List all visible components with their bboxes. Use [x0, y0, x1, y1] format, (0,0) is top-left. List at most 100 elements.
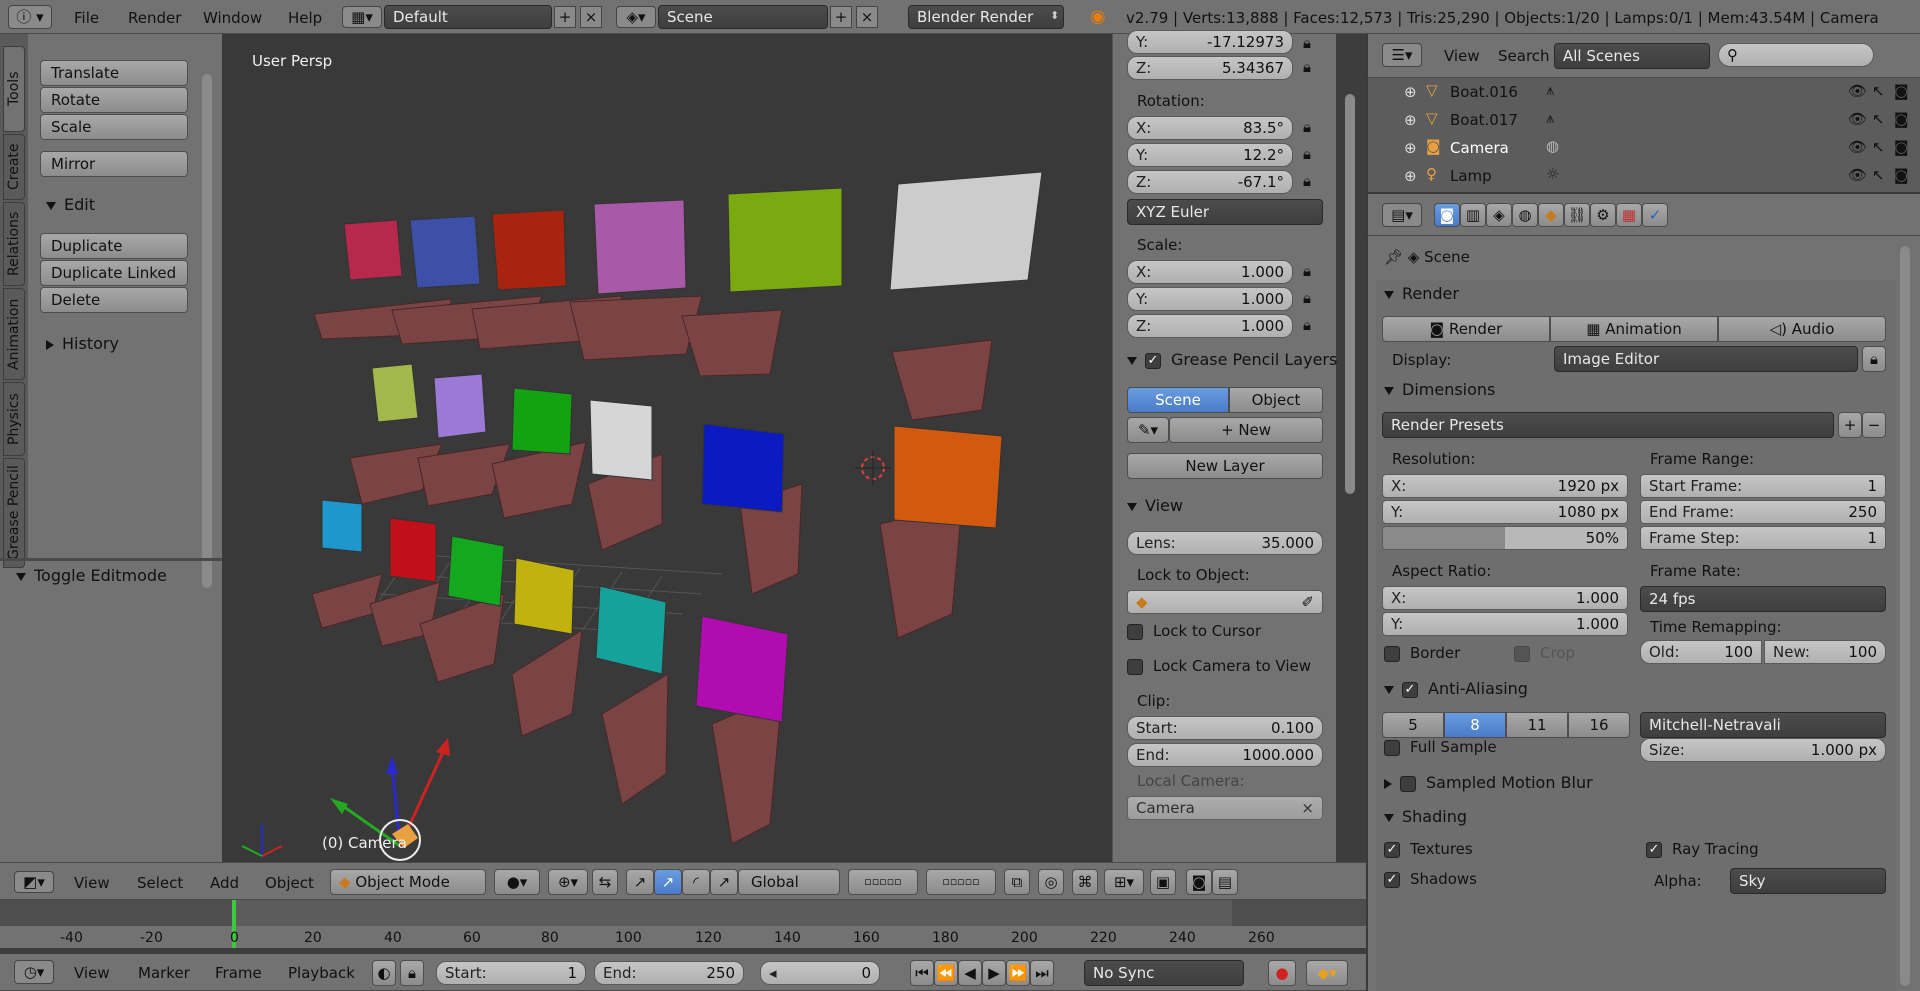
current-frame-field[interactable]: ◂ 0	[760, 961, 880, 985]
scale-manipulator-icon[interactable]: ◜	[682, 869, 710, 895]
orientation-icon[interactable]: ↗	[710, 869, 738, 895]
translate-manipulator-icon[interactable]: ↗	[626, 869, 654, 895]
editor-type-icon[interactable]: ◩▾	[14, 871, 54, 893]
camera-icon[interactable]: ◙	[1186, 869, 1212, 895]
new-layer-button[interactable]: New Layer	[1127, 453, 1323, 479]
aa-samples-11[interactable]: 11	[1506, 712, 1568, 738]
cursor-icon[interactable]: ↖	[1872, 138, 1885, 156]
delete-button[interactable]: Delete	[40, 287, 188, 313]
snap-icon[interactable]: ⌘	[1072, 869, 1098, 895]
rotation-mode-select[interactable]: XYZ Euler	[1127, 199, 1323, 225]
properties-scrollbar[interactable]	[1900, 246, 1910, 986]
add-scene-icon[interactable]: +	[830, 6, 852, 28]
audio-button[interactable]: ◁) Audio	[1718, 316, 1886, 342]
lock-icon[interactable]: 🔒︎	[1303, 34, 1311, 52]
checkbox-icon[interactable]	[1384, 739, 1400, 756]
lock-icon[interactable]: 🔒︎	[1303, 118, 1311, 136]
outliner-item-label[interactable]: Lamp	[1450, 167, 1492, 185]
checkbox-icon[interactable]: ✓	[1384, 841, 1400, 858]
outliner-row[interactable]: ⊕ ▽ Boat.017 ⩚ 👁︎ ↖ ◙	[1368, 109, 1910, 133]
play-icon[interactable]: ▶	[982, 960, 1006, 986]
tab-physics[interactable]: Physics	[3, 382, 25, 456]
grease-pencil-header[interactable]: ✓ Grease Pencil Layers	[1127, 350, 1337, 369]
local-camera-field[interactable]: Camera ×	[1127, 796, 1323, 820]
outliner-item-label[interactable]: Boat.017	[1450, 111, 1518, 129]
duplicate-linked-button[interactable]: Duplicate Linked	[40, 260, 188, 286]
camera-icon[interactable]: ◙	[1894, 138, 1909, 156]
jump-start-icon[interactable]: ⏮	[910, 960, 934, 986]
texture-tab-icon[interactable]: ▦	[1616, 203, 1642, 227]
menu-marker[interactable]: Marker	[138, 964, 190, 982]
menu-render[interactable]: Render	[128, 9, 181, 27]
add-layout-icon[interactable]: +	[554, 6, 576, 28]
remove-scene-icon[interactable]: ×	[856, 6, 878, 28]
outliner-item-label[interactable]: Boat.016	[1450, 83, 1518, 101]
close-icon[interactable]: ×	[1301, 797, 1314, 819]
outliner-row[interactable]: ⊕ ♀ Lamp ☼ 👁︎ ↖ ◙	[1368, 165, 1910, 189]
edit-panel-header[interactable]: Edit	[46, 195, 95, 214]
sync-select[interactable]: No Sync	[1084, 960, 1244, 986]
render-opengl-icon[interactable]: ▤	[1212, 869, 1238, 895]
preview-range-icon[interactable]: ◐	[372, 960, 396, 986]
lock-camera-to-view[interactable]: Lock Camera to View	[1127, 657, 1311, 675]
start-frame-field[interactable]: Start: 1	[436, 961, 586, 985]
tab-tools[interactable]: Tools	[3, 46, 25, 132]
lock-icon[interactable]: 🔒︎	[1303, 289, 1311, 307]
gp-new-button[interactable]: + New	[1169, 417, 1323, 443]
camera-icon[interactable]: ◙	[1894, 110, 1909, 128]
checkbox-icon[interactable]: ✓	[1646, 841, 1662, 858]
play-reverse-icon[interactable]: ◀	[958, 960, 982, 986]
pivot-select[interactable]: ⊕▾	[548, 869, 588, 895]
gp-object-button[interactable]: Object	[1229, 387, 1323, 413]
animation-button[interactable]: ▦ Animation	[1550, 316, 1718, 342]
pin-icon[interactable]: 📌︎	[1384, 248, 1408, 266]
checkbox-icon[interactable]: ✓	[1384, 871, 1400, 888]
expand-icon[interactable]: ⊕	[1404, 83, 1417, 101]
checkbox-icon[interactable]	[1384, 645, 1400, 662]
frame-step-field[interactable]: Frame Step: 1	[1640, 526, 1886, 550]
rotate-button[interactable]: Rotate	[40, 87, 188, 113]
time-remap-old-field[interactable]: Old: 100	[1640, 640, 1762, 664]
checkbox-icon[interactable]	[1127, 623, 1143, 640]
textures-checkbox[interactable]: ✓ Textures	[1384, 840, 1473, 858]
physics-tab-icon[interactable]: ✓	[1642, 203, 1668, 227]
end-frame-field[interactable]: End: 250	[594, 961, 744, 985]
clip-start-field[interactable]: Start: 0.100	[1127, 716, 1323, 740]
scene-tab-icon[interactable]: ◈	[1486, 203, 1512, 227]
display-mode-select[interactable]: All Scenes	[1554, 43, 1710, 69]
snap-element-icon[interactable]: ⊞▾	[1104, 869, 1144, 895]
alpha-select[interactable]: Sky	[1730, 868, 1886, 894]
outliner-editor-icon[interactable]: ☰▾	[1382, 43, 1422, 67]
jump-end-icon[interactable]: ⏭	[1030, 960, 1054, 986]
lock-layers-icon[interactable]: ⧉	[1004, 869, 1030, 895]
history-panel-header[interactable]: History	[46, 334, 119, 353]
add-preset-icon[interactable]: +	[1838, 412, 1862, 438]
dimensions-panel-header[interactable]: Dimensions	[1384, 380, 1495, 399]
translate-button[interactable]: Translate	[40, 60, 188, 86]
outliner-item-label[interactable]: Camera	[1450, 139, 1509, 157]
camera-icon[interactable]: ◙	[1894, 166, 1909, 184]
lock-icon[interactable]: 🔒︎	[1303, 316, 1311, 334]
tool-shelf-scrollbar[interactable]	[202, 74, 212, 588]
object-tab-icon[interactable]: ◆	[1538, 203, 1564, 227]
scene-field[interactable]: Scene	[658, 5, 828, 29]
checkbox-icon[interactable]: ✓	[1145, 352, 1161, 369]
screen-layout-icon[interactable]: ▦▾	[342, 6, 382, 28]
lock-icon[interactable]: 🔒︎	[1303, 58, 1311, 76]
keying-set-icon[interactable]: ◆▾	[1306, 960, 1348, 986]
menu-file[interactable]: File	[74, 9, 99, 27]
menu-add[interactable]: Add	[210, 874, 239, 892]
scale-y-field[interactable]: Y: 1.000	[1127, 287, 1293, 311]
rotation-y-field[interactable]: Y: 12.2°	[1127, 143, 1293, 167]
lock-icon[interactable]: 🔒︎	[1303, 145, 1311, 163]
full-sample-checkbox[interactable]: Full Sample	[1384, 738, 1497, 756]
eye-icon[interactable]: 👁︎	[1848, 110, 1867, 128]
cursor-icon[interactable]: ↖	[1872, 166, 1885, 184]
remove-layout-icon[interactable]: ×	[580, 6, 602, 28]
duplicate-button[interactable]: Duplicate	[40, 233, 188, 259]
checkbox-icon[interactable]	[1400, 775, 1416, 792]
cursor-icon[interactable]: ↖	[1872, 82, 1885, 100]
scale-x-field[interactable]: X: 1.000	[1127, 260, 1293, 284]
lock-icon[interactable]: 🔒︎	[1862, 346, 1886, 372]
menu-view[interactable]: View	[74, 874, 110, 892]
